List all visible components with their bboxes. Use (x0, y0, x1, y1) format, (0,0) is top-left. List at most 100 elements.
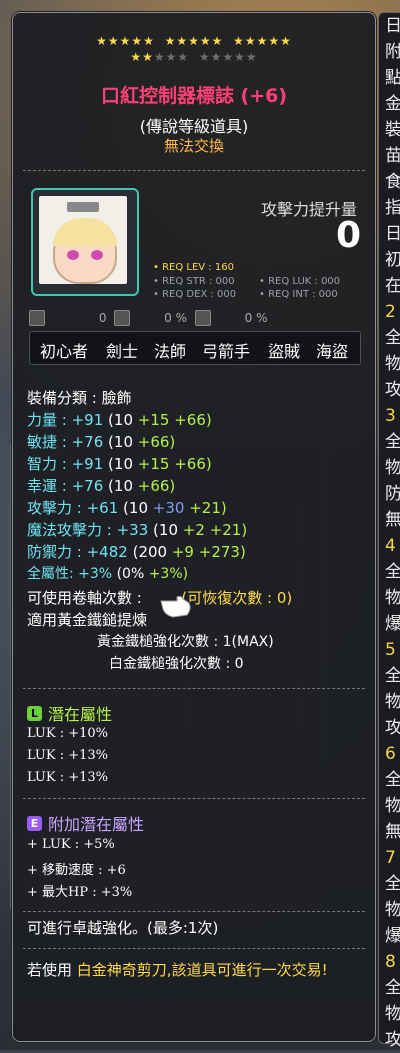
job-list: 初心者 劍士 法師 弓箭手 盜賊 海盜 (29, 331, 361, 365)
star-icon: ★ (131, 34, 144, 48)
side-panel-text: 全 (385, 328, 400, 348)
side-panel-text: 在 (385, 276, 400, 296)
stat-luk: 幸運 : +76 (10 +66) (27, 477, 176, 495)
side-panel-text: 物 (385, 354, 400, 374)
job-magician: 法師 (154, 342, 187, 361)
item-tooltip: ★★★★★ ★★★★★ ★★★★★ ★★★★★ ★★★★★ 口紅控制器標誌 (+6… (12, 12, 376, 1042)
side-panel-text: 裝 (385, 120, 400, 140)
shield-icon (194, 310, 211, 326)
additional-line-1: + LUK : +5% (27, 837, 115, 852)
star-icon: ★ (143, 34, 155, 48)
req-level: • REQ LEV : 160 (153, 262, 234, 273)
side-panel-text: 4 (385, 536, 396, 556)
side-panel-text: 全 (385, 770, 400, 790)
job-bowman: 弓箭手 (202, 342, 251, 361)
potential-line-3: LUK : +13% (27, 770, 109, 785)
divider (23, 911, 365, 912)
side-panel-text: 全 (385, 562, 400, 582)
divider (23, 170, 365, 171)
req-dex: • REQ DEX : 000 (153, 289, 237, 300)
side-panel-text: 2 (385, 302, 396, 322)
additional-line-2: + 移動速度 : +6 (27, 863, 126, 878)
divider (23, 948, 365, 949)
star-icon: ★ (176, 34, 189, 48)
side-panel-text: 全 (385, 666, 400, 686)
side-panel-text: 攻 (385, 718, 400, 738)
star-icon: ★ (211, 34, 224, 48)
golden-hammer-count: 黃金鐵槌強化次數 : 1(MAX) (97, 634, 274, 650)
additional-potential-header: E 附加潛在屬性 (27, 811, 144, 835)
side-panel-text: 5 (385, 640, 396, 660)
potential-line-2: LUK : +13% (27, 748, 109, 763)
side-panel-text: 物 (385, 692, 400, 712)
lipstick-emblem-icon (39, 196, 127, 284)
side-panel-text: 初 (385, 250, 400, 270)
stat-magic-attack: 魔法攻擊力 : +33 (10 +2 +21) (27, 521, 248, 539)
hand-cursor-icon (160, 595, 191, 618)
stat-attack: 攻擊力 : +61 (10 +30 +21) (27, 499, 227, 517)
side-panel-text: 物 (385, 796, 400, 816)
star-icon: ★ (256, 34, 269, 48)
attack-increase-value: 0 (335, 215, 361, 256)
req-luk: • REQ LUK : 000 (259, 276, 341, 287)
side-panel-text: 物 (385, 458, 400, 478)
star-icon: ★ (164, 34, 177, 48)
stat-all: 全屬性: +3% (0% +3%) (27, 566, 189, 582)
side-panel-text: 攻 (385, 380, 400, 400)
legendary-grade-icon: L (27, 705, 42, 721)
flag-value-3: 0 % (244, 310, 268, 325)
potential-title: 潛在屬性 (48, 705, 113, 724)
star-icon: ★ (142, 50, 154, 64)
star-icon: ★ (165, 50, 178, 64)
side-tooltip-panel: 日附點金裝苗食指日初在2全物攻3全物防無4全物爆5全物攻6全物無7全物爆8全物攻 (378, 12, 400, 1050)
side-panel-text: 物 (385, 588, 400, 608)
job-pirate: 海盜 (316, 342, 349, 361)
side-panel-text: 8 (385, 952, 396, 972)
star-icon: ★ (130, 50, 143, 64)
additional-line-3: + 最大HP : +3% (27, 885, 133, 900)
side-panel-text: 3 (385, 406, 396, 426)
side-panel-text: 附 (385, 42, 400, 62)
star-icon: ★ (210, 50, 223, 64)
flag-value-1: 0 (98, 310, 107, 325)
job-warrior: 劍士 (106, 342, 139, 361)
star-icon: ★ (153, 50, 166, 64)
star-force-rating: ★★★★★ ★★★★★ ★★★★★ ★★★★★ ★★★★★ (13, 33, 375, 65)
item-flags-row: 0 0 % 0 % (29, 310, 272, 326)
item-grade: (傳說等級道具) (139, 117, 249, 136)
stat-dex: 敏捷 : +76 (10 +66) (27, 433, 176, 451)
stat-int: 智力 : +91 (10 +15 +66) (27, 455, 212, 473)
job-beginner: 初心者 (40, 342, 89, 361)
side-panel-text: 苗 (385, 146, 400, 166)
upgrade-icon (29, 310, 45, 326)
side-panel-text: 7 (385, 848, 396, 868)
req-int: • REQ INT : 000 (259, 289, 338, 300)
divider (23, 688, 365, 689)
side-panel-text: 物 (385, 1004, 400, 1024)
star-icon: ★ (222, 50, 235, 64)
star-icon: ★ (244, 34, 257, 48)
stat-str: 力量 : +91 (10 +15 +66) (27, 411, 212, 429)
star-icon: ★ (198, 50, 211, 64)
potential-line-1: LUK : +10% (27, 726, 109, 741)
trade-status: 無法交換 (163, 137, 224, 155)
side-panel-text: 爆 (385, 926, 400, 946)
side-panel-text: 日 (385, 224, 400, 244)
side-panel-text: 金 (385, 94, 400, 114)
additional-potential-title: 附加潛在屬性 (48, 815, 145, 834)
star-icon: ★ (188, 34, 200, 48)
side-panel-text: 全 (385, 432, 400, 452)
side-panel-text: 全 (385, 978, 400, 998)
item-icon-frame (31, 188, 139, 296)
star-icon: ★ (268, 34, 281, 48)
req-str: • REQ STR : 000 (153, 276, 235, 287)
side-panel-text: 食 (385, 172, 400, 192)
star-icon: ★ (177, 50, 190, 64)
star-icon: ★ (280, 34, 292, 48)
side-panel-text: 無 (385, 822, 400, 842)
side-panel-text: 日 (385, 16, 400, 36)
side-panel-text: 6 (385, 744, 396, 764)
epic-grade-icon: E (27, 815, 42, 831)
golden-hammer-applicable: 適用黃金鐵鎚提煉 (27, 611, 148, 629)
star-icon: ★ (234, 50, 246, 64)
